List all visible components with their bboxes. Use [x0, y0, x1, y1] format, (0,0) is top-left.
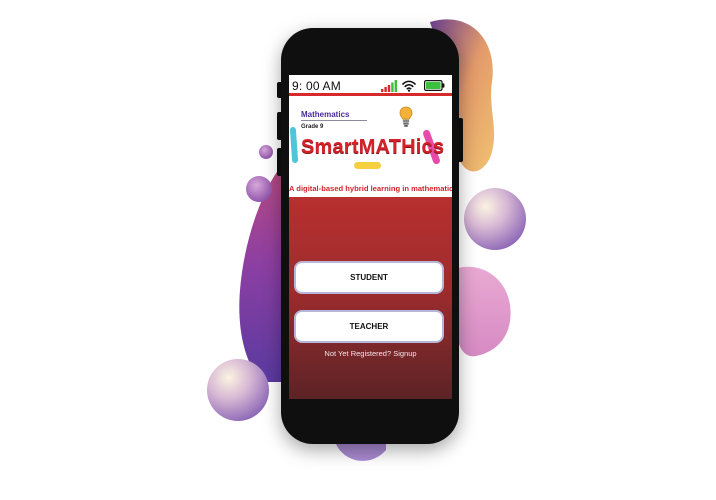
- sphere-right-icon: [464, 188, 526, 250]
- lightbulb-icon: [399, 106, 413, 127]
- subject-label: Mathematics: [301, 110, 350, 119]
- battery-icon: [424, 80, 445, 91]
- app-header: Mathematics Grade 9 SmartMATHics A digit…: [289, 99, 452, 197]
- phone-screen: 9: 00 AM Mathematics Grade 9 SmartMATHic…: [289, 75, 452, 399]
- status-bar: 9: 00 AM: [289, 75, 452, 96]
- status-time: 9: 00 AM: [292, 79, 341, 93]
- blob-bottom: [336, 444, 386, 461]
- app-tagline: A digital-based hybrid learning in mathe…: [289, 184, 452, 193]
- wifi-icon: [402, 80, 416, 92]
- teacher-button[interactable]: TEACHER: [294, 310, 444, 343]
- blob-pink: [458, 266, 511, 357]
- signal-icon: [381, 80, 397, 92]
- sphere-left-icon: [207, 359, 269, 421]
- student-button[interactable]: STUDENT: [294, 261, 444, 294]
- decor-bar-cyan: [289, 126, 299, 164]
- decor-bar-yellow: [354, 162, 381, 169]
- sphere-small-icon: [259, 145, 273, 159]
- app-title: SmartMATHics: [301, 136, 445, 158]
- subject-underline: [301, 120, 367, 121]
- login-panel: STUDENT TEACHER Not Yet Registered? Sign…: [289, 197, 452, 399]
- sphere-medium-icon: [246, 176, 272, 202]
- grade-label: Grade 9: [301, 124, 324, 130]
- signup-link[interactable]: Not Yet Registered? Signup: [289, 349, 452, 358]
